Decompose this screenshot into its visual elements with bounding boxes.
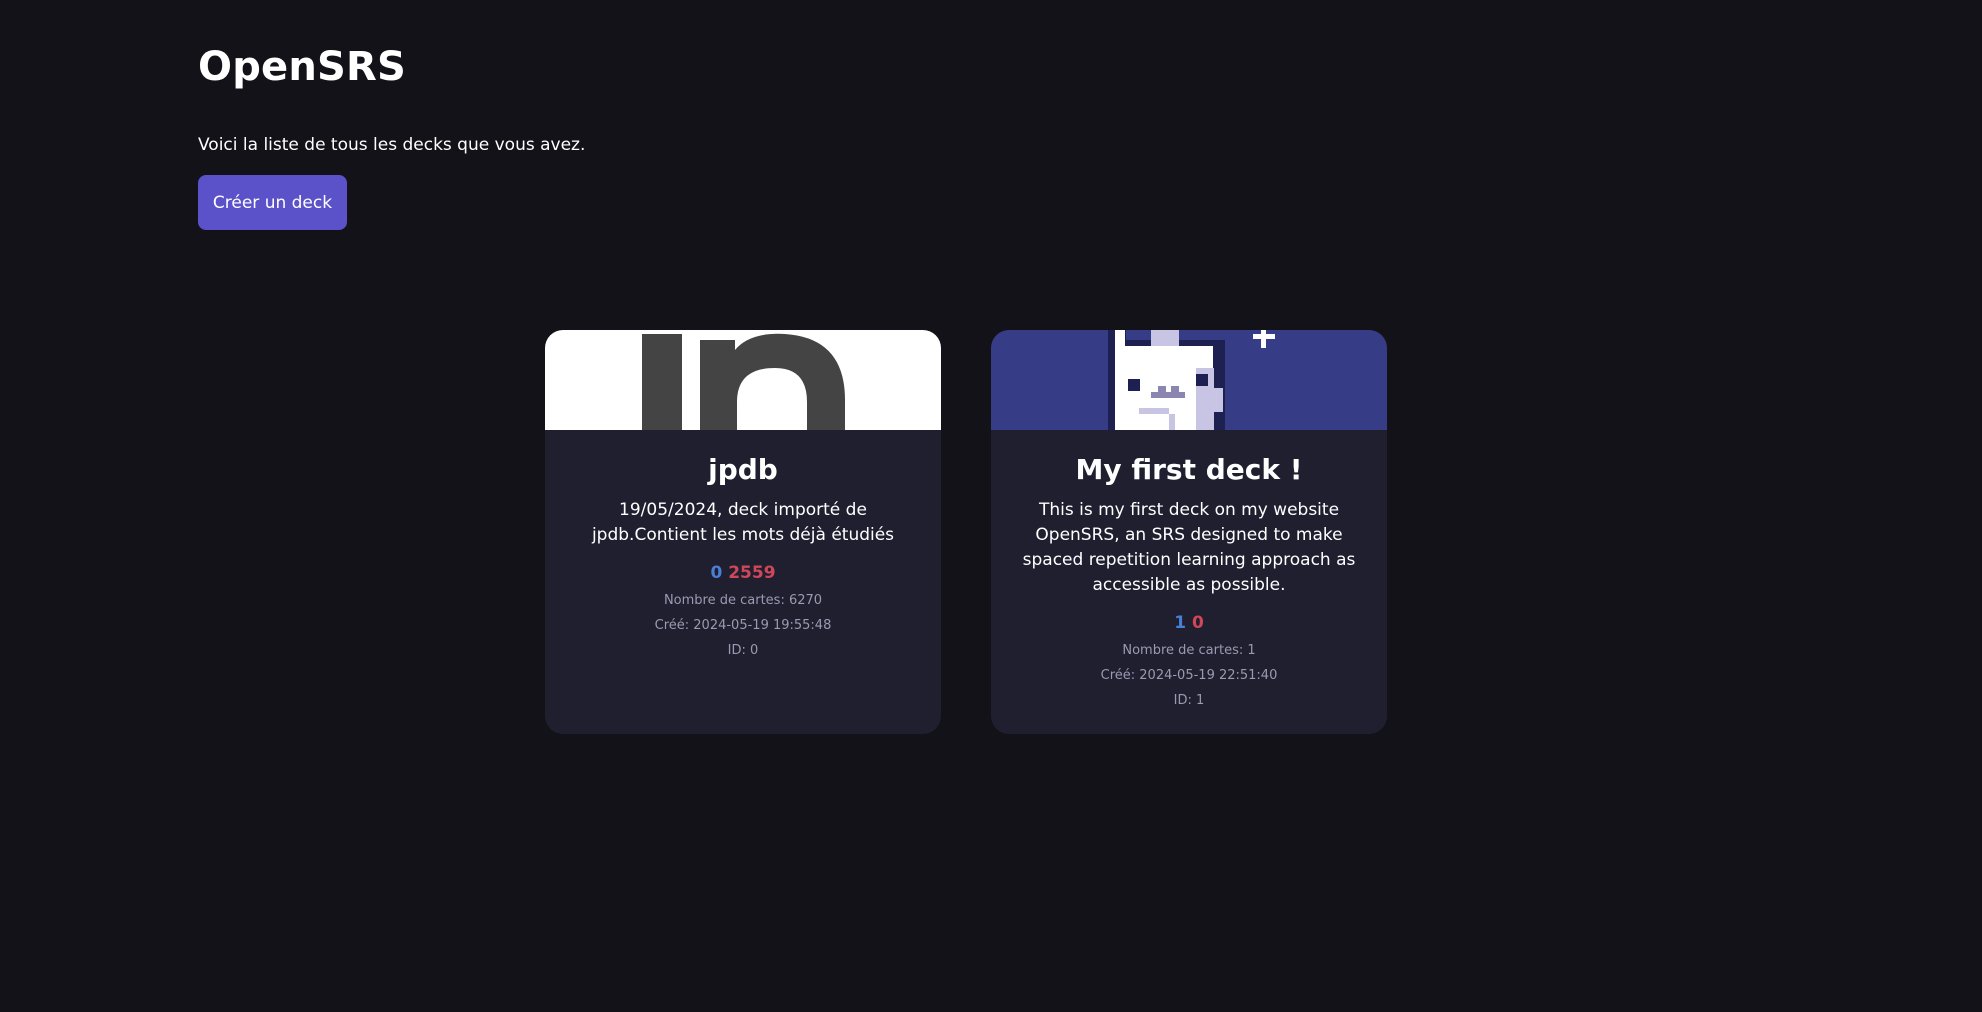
deck-title: My first deck ! [1075,453,1303,486]
deck-description: This is my first deck on my website Open… [1022,500,1356,595]
due-cards-count: 0 [1191,613,1204,633]
deck-banner-image [545,330,941,430]
created-date: Créé: 2024-05-19 19:55:48 [654,618,832,633]
deck-counts: 1 0 [991,612,1387,634]
deck-card-my-first-deck[interactable]: My first deck ! This is my first deck on… [991,330,1387,734]
deck-counts: 0 2559 [545,562,941,584]
intro-text: Voici la liste de tous les decks que vou… [198,135,586,155]
new-cards-count: 0 [710,563,723,583]
page-title: OpenSRS [198,44,407,90]
deck-banner-image [991,330,1387,430]
created-date: Créé: 2024-05-19 22:51:40 [1100,668,1278,683]
jpdb-logo-icon [642,333,845,430]
due-cards-count: 2559 [728,563,776,583]
deck-id: ID: 1 [1173,693,1205,708]
pixel-rabbit-icon [1108,330,1275,430]
new-cards-count: 1 [1174,613,1187,633]
card-count: Nombre de cartes: 6270 [663,593,823,608]
create-deck-button[interactable]: Créer un deck [198,175,347,230]
header: OpenSRS [198,40,406,94]
deck-id: ID: 0 [727,643,759,658]
page: OpenSRS Voici la liste de tous les decks… [0,0,1982,1012]
card-count: Nombre de cartes: 1 [1122,643,1256,658]
deck-title: jpdb [708,453,778,486]
deck-card-jpdb[interactable]: jpdb 19/05/2024, deck importé de jpdb.Co… [545,330,941,734]
deck-description: 19/05/2024, deck importé de jpdb.Contien… [591,500,895,545]
